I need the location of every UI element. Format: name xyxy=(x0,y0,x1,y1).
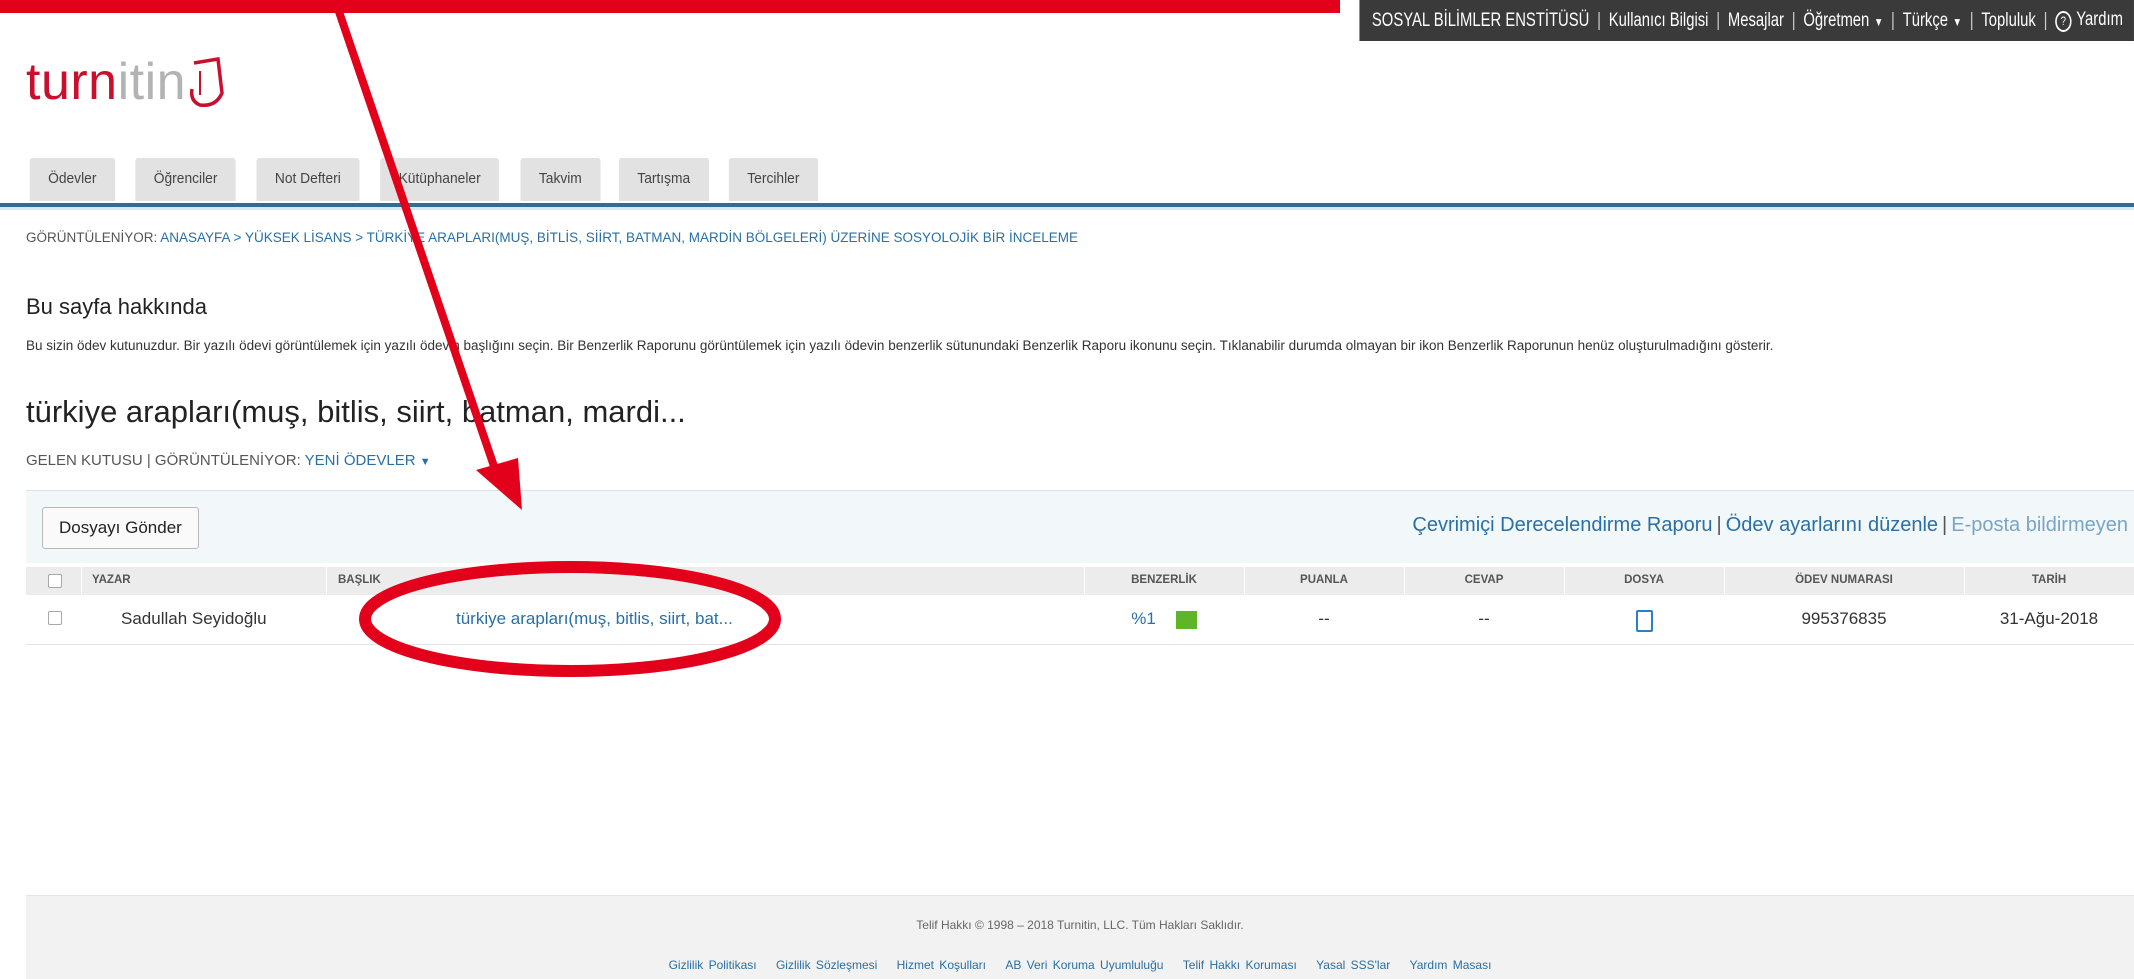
annotation-overlay xyxy=(331,0,781,677)
table-header: YAZAR BAŞLIK BENZERLİK PUANLA CEVAP DOSY… xyxy=(26,567,2134,595)
row-response: -- xyxy=(1478,609,1490,628)
inbox-label: GELEN KUTUSU | GÖRÜNTÜLENİYOR: xyxy=(26,452,305,469)
separator: | xyxy=(1891,9,1896,31)
footer-link-copyright[interactable]: Telif Hakkı Koruması xyxy=(1183,958,1297,972)
user-info-link[interactable]: Kullanıcı Bilgisi xyxy=(1609,10,1709,32)
column-divider xyxy=(81,567,82,595)
view-filter-label: YENİ ÖDEVLER xyxy=(304,452,416,469)
institution-link[interactable]: SOSYAL BİLİMLER ENSTİTÜSÜ xyxy=(1372,10,1589,32)
caret-down-icon: ▼ xyxy=(419,456,431,468)
separator: | xyxy=(2043,9,2048,31)
action-links: Çevrimiçi Derecelendirme Raporu | Ödev aya… xyxy=(1412,514,2128,537)
table-row: Sadullah Seyidoğlu türkiye arapları(muş,… xyxy=(26,596,2134,645)
footer-links: Gizlilik Politikası Gizlilik Sözleşmesi … xyxy=(26,958,2134,972)
help-label: Yardım xyxy=(2076,9,2124,30)
action-bar: Dosyayı Gönder Çevrimiçi Derecelendirme … xyxy=(26,490,2134,563)
col-author[interactable]: YAZAR xyxy=(92,574,131,586)
similarity-indicator xyxy=(1175,610,1197,629)
tab-preferences[interactable]: Tercihler xyxy=(728,158,818,201)
annotation-top-line xyxy=(0,0,1340,13)
footer-link-privacy-pledge[interactable]: Gizlilik Sözleşmesi xyxy=(776,958,877,972)
edit-settings-link[interactable]: Ödev ayarlarını düzenle xyxy=(1726,514,1938,536)
logo-text-red: turn xyxy=(26,53,118,111)
col-date[interactable]: TARİH xyxy=(1964,574,2134,586)
inbox-view-line: GELEN KUTUSU | GÖRÜNTÜLENİYOR: YENİ ÖDEV… xyxy=(26,452,431,469)
separator: | xyxy=(1942,514,1948,536)
row-grade: -- xyxy=(1318,609,1330,628)
col-file[interactable]: DOSYA xyxy=(1564,574,1724,586)
footer-link-legal-faq[interactable]: Yasal SSS'lar xyxy=(1316,958,1390,972)
separator: | xyxy=(1791,9,1796,31)
community-link[interactable]: Topluluk xyxy=(1982,10,2036,32)
messages-link[interactable]: Mesajlar xyxy=(1728,10,1784,32)
caret-down-icon: ▼ xyxy=(1952,14,1963,29)
top-nav: SOSYAL BİLİMLER ENSTİTÜSÜ | Kullanıcı Bi… xyxy=(1359,0,2134,41)
caret-down-icon: ▼ xyxy=(1874,14,1884,29)
separator: | xyxy=(1716,514,1722,536)
column-divider xyxy=(326,567,327,595)
main-tabs: Ödevler Öğrenciler Not Defteri Kütüphane… xyxy=(26,158,822,201)
col-response[interactable]: CEVAP xyxy=(1404,574,1564,586)
similarity-report[interactable]: %1 xyxy=(1084,609,1244,629)
footer-link-eu-data[interactable]: AB Veri Koruma Uyumluluğu xyxy=(1005,958,1163,972)
copyright: Telif Hakkı © 1998 – 2018 Turnitin, LLC.… xyxy=(916,918,1244,932)
top-bar: SOSYAL BİLİMLER ENSTİTÜSÜ | Kullanıcı Bi… xyxy=(0,0,2134,41)
tab-students[interactable]: Öğrenciler xyxy=(134,158,236,201)
grading-report-link[interactable]: Çevrimiçi Derecelendirme Raporu xyxy=(1412,514,1712,536)
language-menu[interactable]: Türkçe ▼ xyxy=(1903,10,1962,32)
logo-text: turnitin xyxy=(26,52,186,112)
turnitin-logo[interactable]: turnitin xyxy=(26,52,230,112)
footer-link-privacy-policy[interactable]: Gizlilik Politikası xyxy=(669,958,757,972)
footer: Telif Hakkı © 1998 – 2018 Turnitin, LLC.… xyxy=(26,895,2134,979)
view-filter-link[interactable]: YENİ ÖDEVLER ▼ xyxy=(305,452,431,469)
logo-page-icon xyxy=(190,56,224,107)
separator: | xyxy=(1597,9,1602,31)
footer-link-helpdesk[interactable]: Yardım Masası xyxy=(1410,958,1492,972)
role-menu[interactable]: Öğretmen ▼ xyxy=(1803,10,1883,32)
tab-assignments[interactable]: Ödevler xyxy=(29,158,115,201)
col-title[interactable]: BAŞLIK xyxy=(338,574,381,586)
row-checkbox[interactable] xyxy=(48,611,62,625)
role-label: Öğretmen xyxy=(1803,9,1870,31)
row-author: Sadullah Seyidoğlu xyxy=(121,609,267,628)
row-date: 31-Ağu-2018 xyxy=(1999,609,2099,628)
about-text: Bu sizin ödev kutunuzdur. Bir yazılı öde… xyxy=(26,338,1774,353)
tab-libraries[interactable]: Kütüphaneler xyxy=(380,158,500,201)
tab-discussion[interactable]: Tartışma xyxy=(619,158,709,201)
separator: | xyxy=(1969,9,1974,31)
footer-link-terms[interactable]: Hizmet Koşulları xyxy=(897,958,986,972)
separator: | xyxy=(1716,9,1721,31)
help-icon: ? xyxy=(2055,11,2072,32)
language-label: Türkçe xyxy=(1902,9,1949,31)
assignment-title: türkiye arapları(muş, bitlis, siirt, bat… xyxy=(26,394,686,429)
col-similarity[interactable]: BENZERLİK xyxy=(1084,574,1244,586)
submit-file-button[interactable]: Dosyayı Gönder xyxy=(42,507,199,549)
col-grade[interactable]: PUANLA xyxy=(1244,574,1404,586)
row-title-link[interactable]: türkiye arapları(muş, bitlis, siirt, bat… xyxy=(456,609,733,629)
tab-bar-shadow xyxy=(0,207,2134,210)
email-non-submitters-link[interactable]: E-posta bildirmeyen xyxy=(1951,514,2128,536)
row-paper-id: 995376835 xyxy=(1801,609,1887,628)
help-link[interactable]: ? Yardım xyxy=(2055,9,2123,32)
col-paper-id[interactable]: ÖDEV NUMARASI xyxy=(1724,574,1964,586)
similarity-percent: %1 xyxy=(1131,609,1156,628)
breadcrumb-prefix: GÖRÜNTÜLENİYOR: xyxy=(26,230,161,245)
logo-text-gray: itin xyxy=(117,53,187,111)
file-download-icon[interactable] xyxy=(1636,610,1653,632)
tab-gradebook[interactable]: Not Defteri xyxy=(256,158,359,201)
about-title: Bu sayfa hakkında xyxy=(26,294,208,319)
tab-calendar[interactable]: Takvim xyxy=(520,158,600,201)
breadcrumb: GÖRÜNTÜLENİYOR: ANASAYFA > YÜKSEK LİSANS… xyxy=(26,230,1078,245)
breadcrumb-path[interactable]: ANASAYFA > YÜKSEK LİSANS > TÜRKİYE ARAPL… xyxy=(160,230,1078,245)
select-all-checkbox[interactable] xyxy=(48,574,62,588)
